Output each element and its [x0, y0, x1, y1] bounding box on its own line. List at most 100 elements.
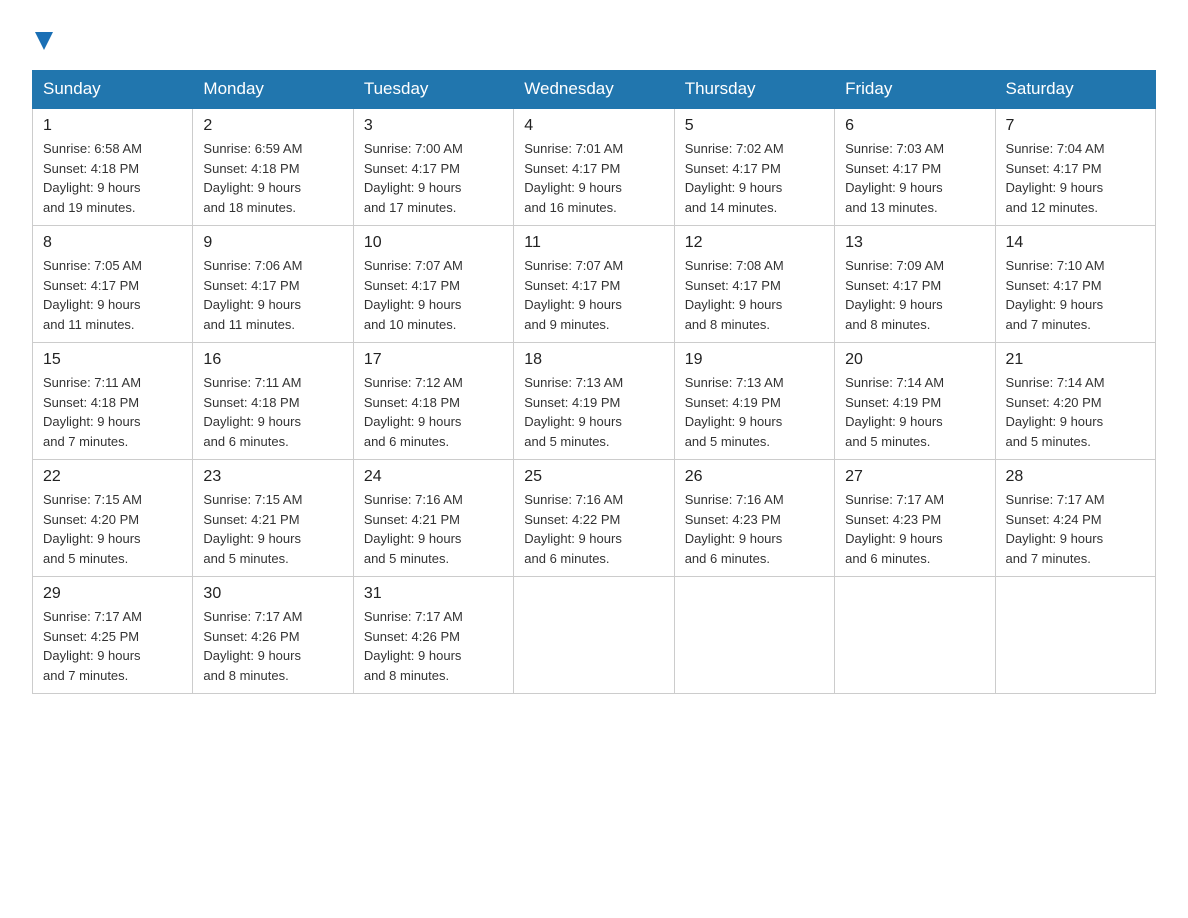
- calendar-cell-24: 24Sunrise: 7:16 AMSunset: 4:21 PMDayligh…: [353, 460, 513, 577]
- calendar-table: SundayMondayTuesdayWednesdayThursdayFrid…: [32, 70, 1156, 694]
- cell-info: Sunrise: 7:15 AMSunset: 4:20 PMDaylight:…: [43, 490, 182, 568]
- cell-date: 15: [43, 351, 182, 369]
- cell-info: Sunrise: 7:06 AMSunset: 4:17 PMDaylight:…: [203, 256, 342, 334]
- calendar-cell-5: 5 Sunrise: 7:02 AMSunset: 4:17 PMDaylight…: [674, 108, 834, 226]
- cell-date: 28: [1006, 468, 1145, 486]
- calendar-cell-12: 12 Sunrise: 7:08 AMSunset: 4:17 PMDayligh…: [674, 226, 834, 343]
- calendar-cell-23: 23 Sunrise: 7:15 AMSunset: 4:21 PMDayligh…: [193, 460, 353, 577]
- calendar-cell-2: 2 Sunrise: 6:59 AMSunset: 4:18 PMDaylight…: [193, 108, 353, 226]
- cell-info: Sunrise: 7:16 AMSunset: 4:21 PMDaylight:…: [364, 490, 503, 568]
- cell-info: Sunrise: 7:04 AMSunset: 4:17 PMDaylight:…: [1006, 139, 1145, 217]
- calendar-cell-16: 16 Sunrise: 7:11 AMSunset: 4:18 PMDayligh…: [193, 343, 353, 460]
- cell-info: Sunrise: 7:17 AMSunset: 4:25 PMDaylight:…: [43, 607, 182, 685]
- calendar-cell-7: 7Sunrise: 7:04 AMSunset: 4:17 PMDaylight…: [995, 108, 1155, 226]
- cell-info: Sunrise: 7:08 AMSunset: 4:17 PMDaylight:…: [685, 256, 824, 334]
- calendar-cell-14: 14 Sunrise: 7:10 AMSunset: 4:17 PMDayligh…: [995, 226, 1155, 343]
- cell-info: Sunrise: 7:13 AMSunset: 4:19 PMDaylight:…: [524, 373, 663, 451]
- cell-info: Sunrise: 7:17 AMSunset: 4:26 PMDaylight:…: [364, 607, 503, 685]
- calendar-cell-8: 8 Sunrise: 7:05 AMSunset: 4:17 PMDaylight…: [33, 226, 193, 343]
- calendar-cell-25: 25Sunrise: 7:16 AMSunset: 4:22 PMDayligh…: [514, 460, 674, 577]
- cell-info: Sunrise: 7:17 AMSunset: 4:23 PMDaylight:…: [845, 490, 984, 568]
- day-header-thursday: Thursday: [674, 71, 834, 109]
- cell-info: Sunrise: 7:10 AMSunset: 4:17 PMDaylight:…: [1006, 256, 1145, 334]
- cell-date: 1: [43, 117, 182, 135]
- calendar-cell-empty: [674, 577, 834, 694]
- cell-date: 6: [845, 117, 984, 135]
- calendar-cell-22: 22Sunrise: 7:15 AMSunset: 4:20 PMDayligh…: [33, 460, 193, 577]
- calendar-week-row: 29 Sunrise: 7:17 AMSunset: 4:25 PMDayligh…: [33, 577, 1156, 694]
- cell-date: 2: [203, 117, 342, 135]
- cell-date: 3: [364, 117, 503, 135]
- cell-date: 9: [203, 234, 342, 252]
- calendar-week-row: 1 Sunrise: 6:58 AMSunset: 4:18 PMDaylight…: [33, 108, 1156, 226]
- cell-date: 18: [524, 351, 663, 369]
- calendar-cell-29: 29 Sunrise: 7:17 AMSunset: 4:25 PMDayligh…: [33, 577, 193, 694]
- calendar-cell-28: 28Sunrise: 7:17 AMSunset: 4:24 PMDayligh…: [995, 460, 1155, 577]
- calendar-cell-13: 13 Sunrise: 7:09 AMSunset: 4:17 PMDayligh…: [835, 226, 995, 343]
- cell-date: 19: [685, 351, 824, 369]
- cell-info: Sunrise: 6:58 AMSunset: 4:18 PMDaylight:…: [43, 139, 182, 217]
- day-header-tuesday: Tuesday: [353, 71, 513, 109]
- cell-info: Sunrise: 7:02 AMSunset: 4:17 PMDaylight:…: [685, 139, 824, 217]
- day-header-monday: Monday: [193, 71, 353, 109]
- cell-info: Sunrise: 7:11 AMSunset: 4:18 PMDaylight:…: [203, 373, 342, 451]
- cell-date: 27: [845, 468, 984, 486]
- cell-info: Sunrise: 7:05 AMSunset: 4:17 PMDaylight:…: [43, 256, 182, 334]
- cell-info: Sunrise: 7:07 AMSunset: 4:17 PMDaylight:…: [524, 256, 663, 334]
- logo: [32, 32, 53, 54]
- cell-info: Sunrise: 7:14 AMSunset: 4:19 PMDaylight:…: [845, 373, 984, 451]
- cell-date: 14: [1006, 234, 1145, 252]
- logo-arrow-icon: [35, 32, 53, 50]
- cell-info: Sunrise: 7:00 AMSunset: 4:17 PMDaylight:…: [364, 139, 503, 217]
- cell-info: Sunrise: 7:09 AMSunset: 4:17 PMDaylight:…: [845, 256, 984, 334]
- cell-info: Sunrise: 7:11 AMSunset: 4:18 PMDaylight:…: [43, 373, 182, 451]
- day-header-wednesday: Wednesday: [514, 71, 674, 109]
- calendar-cell-4: 4 Sunrise: 7:01 AMSunset: 4:17 PMDaylight…: [514, 108, 674, 226]
- cell-date: 16: [203, 351, 342, 369]
- calendar-cell-27: 27 Sunrise: 7:17 AMSunset: 4:23 PMDayligh…: [835, 460, 995, 577]
- cell-info: Sunrise: 7:01 AMSunset: 4:17 PMDaylight:…: [524, 139, 663, 217]
- calendar-cell-15: 15 Sunrise: 7:11 AMSunset: 4:18 PMDayligh…: [33, 343, 193, 460]
- cell-date: 13: [845, 234, 984, 252]
- cell-info: Sunrise: 6:59 AMSunset: 4:18 PMDaylight:…: [203, 139, 342, 217]
- cell-date: 4: [524, 117, 663, 135]
- calendar-cell-17: 17 Sunrise: 7:12 AMSunset: 4:18 PMDayligh…: [353, 343, 513, 460]
- cell-info: Sunrise: 7:12 AMSunset: 4:18 PMDaylight:…: [364, 373, 503, 451]
- calendar-cell-empty: [514, 577, 674, 694]
- cell-info: Sunrise: 7:13 AMSunset: 4:19 PMDaylight:…: [685, 373, 824, 451]
- cell-info: Sunrise: 7:17 AMSunset: 4:26 PMDaylight:…: [203, 607, 342, 685]
- cell-date: 5: [685, 117, 824, 135]
- calendar-week-row: 22Sunrise: 7:15 AMSunset: 4:20 PMDayligh…: [33, 460, 1156, 577]
- cell-info: Sunrise: 7:16 AMSunset: 4:23 PMDaylight:…: [685, 490, 824, 568]
- cell-date: 29: [43, 585, 182, 603]
- cell-info: Sunrise: 7:14 AMSunset: 4:20 PMDaylight:…: [1006, 373, 1145, 451]
- cell-date: 26: [685, 468, 824, 486]
- calendar-cell-9: 9 Sunrise: 7:06 AMSunset: 4:17 PMDaylight…: [193, 226, 353, 343]
- page-header: [32, 24, 1156, 54]
- calendar-cell-30: 30 Sunrise: 7:17 AMSunset: 4:26 PMDayligh…: [193, 577, 353, 694]
- calendar-cell-31: 31 Sunrise: 7:17 AMSunset: 4:26 PMDayligh…: [353, 577, 513, 694]
- cell-date: 12: [685, 234, 824, 252]
- cell-date: 17: [364, 351, 503, 369]
- cell-date: 31: [364, 585, 503, 603]
- cell-info: Sunrise: 7:15 AMSunset: 4:21 PMDaylight:…: [203, 490, 342, 568]
- cell-date: 30: [203, 585, 342, 603]
- cell-info: Sunrise: 7:16 AMSunset: 4:22 PMDaylight:…: [524, 490, 663, 568]
- day-header-friday: Friday: [835, 71, 995, 109]
- calendar-cell-3: 3 Sunrise: 7:00 AMSunset: 4:17 PMDaylight…: [353, 108, 513, 226]
- cell-date: 10: [364, 234, 503, 252]
- day-header-saturday: Saturday: [995, 71, 1155, 109]
- cell-date: 23: [203, 468, 342, 486]
- cell-date: 20: [845, 351, 984, 369]
- calendar-week-row: 8 Sunrise: 7:05 AMSunset: 4:17 PMDaylight…: [33, 226, 1156, 343]
- cell-date: 21: [1006, 351, 1145, 369]
- calendar-cell-empty: [835, 577, 995, 694]
- calendar-cell-18: 18 Sunrise: 7:13 AMSunset: 4:19 PMDayligh…: [514, 343, 674, 460]
- calendar-week-row: 15 Sunrise: 7:11 AMSunset: 4:18 PMDayligh…: [33, 343, 1156, 460]
- cell-date: 8: [43, 234, 182, 252]
- calendar-cell-21: 21 Sunrise: 7:14 AMSunset: 4:20 PMDayligh…: [995, 343, 1155, 460]
- calendar-cell-6: 6Sunrise: 7:03 AMSunset: 4:17 PMDaylight…: [835, 108, 995, 226]
- calendar-cell-empty: [995, 577, 1155, 694]
- calendar-cell-10: 10Sunrise: 7:07 AMSunset: 4:17 PMDayligh…: [353, 226, 513, 343]
- calendar-cell-19: 19 Sunrise: 7:13 AMSunset: 4:19 PMDayligh…: [674, 343, 834, 460]
